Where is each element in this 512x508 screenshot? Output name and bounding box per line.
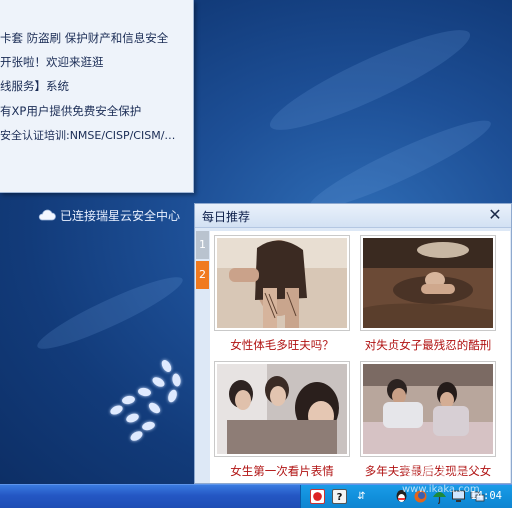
daily-recommendation-popup: 每日推荐 ✕ 1 2 女性体毛多旺夫吗？ 对失贞女子最残忍的酷刑 女生第一次看片… bbox=[194, 203, 512, 484]
tab-page-1[interactable]: 1 bbox=[196, 231, 209, 259]
news-item[interactable]: 安全认证培训:NMSE/CISP/CISM/… bbox=[0, 127, 192, 143]
popup-title: 每日推荐 bbox=[202, 210, 251, 224]
recommendation-card[interactable]: 对失贞女子最残忍的酷刑 bbox=[358, 233, 498, 355]
news-panel: 卡套 防盗刷 保护财产和信息安全 开张啦！欢迎来逛逛 线服务】系统 有XP用户提… bbox=[0, 0, 194, 193]
card-thumbnail[interactable] bbox=[214, 235, 350, 331]
desktop-glow bbox=[261, 15, 479, 145]
desktop-glow bbox=[32, 267, 188, 359]
spiral-logo bbox=[96, 356, 192, 446]
network-icon[interactable]: ⇵ bbox=[354, 489, 369, 504]
watermark-url: www.ikaka.com bbox=[402, 484, 480, 495]
cloud-icon bbox=[38, 209, 56, 221]
card-thumbnail[interactable] bbox=[214, 361, 350, 457]
cloud-status-bar: 已连接瑞星云安全中心 bbox=[0, 203, 194, 227]
recommendation-grid: 女性体毛多旺夫吗？ 对失贞女子最残忍的酷刑 女生第一次看片表情 多年夫妻最后发现… bbox=[210, 231, 510, 483]
news-item[interactable]: 开张啦！欢迎来逛逛 bbox=[0, 54, 192, 70]
close-icon[interactable]: ✕ bbox=[487, 206, 503, 224]
news-item[interactable]: 卡套 防盗刷 保护财产和信息安全 bbox=[0, 30, 192, 46]
news-item[interactable]: 有XP用户提供免费安全保护 bbox=[0, 103, 192, 119]
antivirus-icon[interactable] bbox=[310, 489, 325, 504]
tab-page-2[interactable]: 2 bbox=[196, 261, 209, 289]
watermark-logo-text: 瑞星卡卡 bbox=[402, 464, 467, 483]
card-thumbnail[interactable] bbox=[360, 361, 496, 457]
news-item[interactable]: 线服务】系统 bbox=[0, 78, 192, 94]
page-tab-rail: 1 2 bbox=[196, 231, 209, 483]
cloud-status-text: 已连接瑞星云安全中心 bbox=[59, 208, 180, 223]
recommendation-card[interactable]: 女生第一次看片表情 bbox=[212, 359, 352, 481]
card-caption[interactable]: 女性体毛多旺夫吗？ bbox=[212, 337, 352, 353]
popup-titlebar[interactable]: 每日推荐 ✕ bbox=[195, 204, 511, 228]
help-icon[interactable]: ? bbox=[332, 489, 347, 504]
card-caption[interactable]: 女生第一次看片表情 bbox=[212, 463, 352, 479]
card-caption[interactable]: 对失贞女子最残忍的酷刑 bbox=[358, 337, 498, 353]
card-thumbnail[interactable] bbox=[360, 235, 496, 331]
recommendation-card[interactable]: 女性体毛多旺夫吗？ bbox=[212, 233, 352, 355]
